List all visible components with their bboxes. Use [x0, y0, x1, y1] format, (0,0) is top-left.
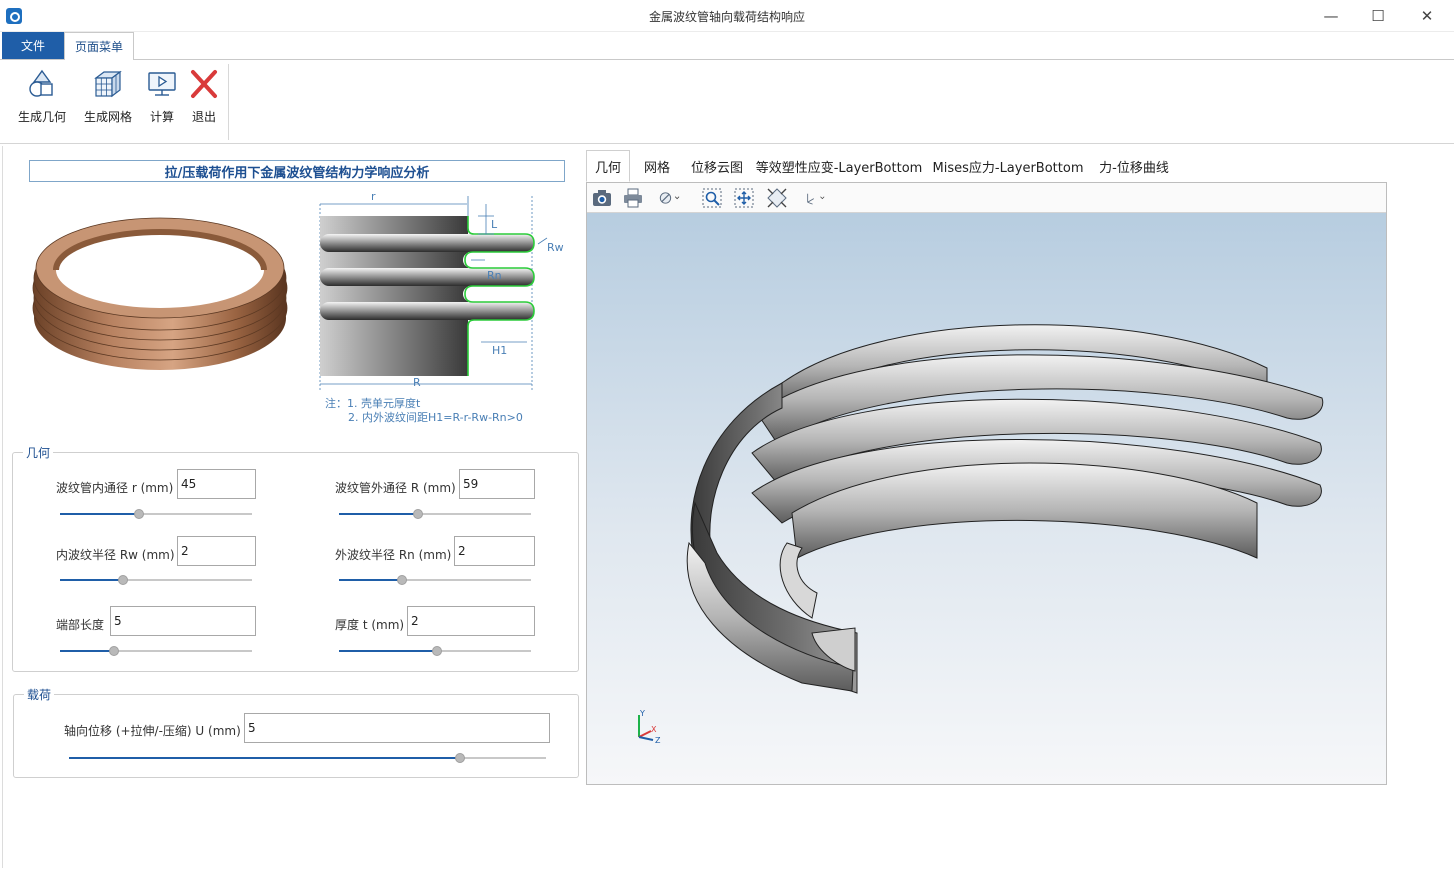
axial-displacement-slider[interactable]	[69, 752, 546, 764]
axis-z-label: Z	[655, 736, 661, 745]
result-tabs: 几何 网格 位移云图 等效塑性应变-LayerBottom Mises应力-La…	[586, 150, 1454, 182]
slider-thumb[interactable]	[108, 646, 119, 656]
axes-view-dropdown[interactable]	[797, 186, 833, 210]
label-r: r	[371, 190, 376, 203]
tab-mises-stress[interactable]: Mises应力-LayerBottom	[933, 150, 1084, 182]
tab-force-displacement[interactable]: 力-位移曲线	[1096, 150, 1172, 182]
exit-button[interactable]: 退出	[188, 68, 220, 132]
compute-icon	[148, 72, 176, 96]
slider-thumb[interactable]	[431, 646, 442, 656]
outer-diameter-label: 波纹管外通径 R (mm)	[335, 481, 456, 495]
geometry-group: 几何 波纹管内通径 r (mm) 波纹管外通径 R (mm) 内波纹半径 Rw …	[12, 444, 579, 672]
inner-diameter-slider[interactable]	[60, 508, 252, 520]
thickness-label: 厚度 t (mm)	[335, 618, 405, 632]
end-length-slider[interactable]	[60, 645, 252, 657]
compute-label: 计算	[149, 110, 174, 124]
label-H1: H1	[492, 344, 507, 357]
generate-mesh-button[interactable]: 生成网格	[82, 68, 134, 132]
window-title: 金属波纹管轴向载荷结构响应	[648, 10, 805, 24]
axes-icon	[807, 193, 825, 205]
slider-thumb[interactable]	[118, 575, 129, 585]
title-bar: 金属波纹管轴向载荷结构响应 — ☐ ✕	[0, 0, 1454, 32]
inner-wave-radius-slider[interactable]	[60, 574, 252, 586]
iso-view-icon	[767, 188, 787, 208]
end-length-input[interactable]	[110, 606, 256, 636]
generate-geometry-label: 生成几何	[17, 110, 66, 124]
tab-geometry[interactable]: 几何	[586, 150, 630, 182]
bellows-3d-model	[686, 324, 1324, 694]
ribbon-divider	[228, 64, 229, 140]
3d-viewer: Y X Z	[586, 182, 1387, 785]
minimize-button[interactable]: —	[1308, 0, 1354, 32]
ribbon: 生成几何 生成网格 计算 退出	[0, 60, 1454, 144]
inner-diameter-input[interactable]	[177, 469, 256, 499]
thickness-slider[interactable]	[339, 645, 531, 657]
fit-all-button[interactable]	[732, 186, 756, 210]
generate-mesh-label: 生成网格	[83, 110, 132, 124]
print-icon	[624, 188, 642, 208]
outer-wave-radius-input[interactable]	[454, 536, 535, 566]
inner-diameter-label: 波纹管内通径 r (mm)	[56, 481, 174, 495]
tab-displacement-contour[interactable]: 位移云图	[686, 150, 748, 182]
menu-bar: 文件 页面菜单	[0, 32, 1454, 60]
iso-view-button[interactable]	[765, 186, 789, 210]
maximize-button[interactable]: ☐	[1355, 0, 1401, 32]
label-Rw: Rw	[547, 241, 564, 254]
analysis-heading: 拉/压载荷作用下金属波纹管结构力学响应分析	[29, 160, 565, 182]
slider-thumb[interactable]	[397, 575, 408, 585]
3d-viewport[interactable]: Y X Z	[587, 213, 1386, 784]
diagram-note-line2: 2. 内外波纹间距H1=R-r-Rw-Rn>0	[348, 411, 523, 424]
tab-plastic-strain[interactable]: 等效塑性应变-LayerBottom	[756, 150, 923, 182]
visibility-dropdown[interactable]	[653, 186, 687, 210]
zoom-window-icon	[702, 188, 722, 208]
zoom-window-button[interactable]	[700, 186, 724, 210]
viewer-toolbar	[587, 183, 1386, 213]
parameter-panel: 拉/压载荷作用下金属波纹管结构力学响应分析 r L Rw Rn H1 R 注：1…	[2, 146, 582, 868]
outer-diameter-input[interactable]	[459, 469, 535, 499]
menu-page-menu[interactable]: 页面菜单	[64, 32, 134, 60]
close-button[interactable]: ✕	[1404, 0, 1450, 32]
hide-icon	[659, 192, 680, 204]
axial-displacement-input[interactable]	[244, 713, 550, 743]
tab-mesh[interactable]: 网格	[636, 150, 678, 182]
inner-wave-radius-label: 内波纹半径 Rw (mm)	[56, 548, 175, 562]
inner-wave-radius-input[interactable]	[177, 536, 256, 566]
exit-icon	[191, 70, 217, 98]
geometry-icon	[29, 69, 53, 97]
load-group-title: 载荷	[24, 686, 55, 703]
label-L: L	[491, 218, 498, 231]
load-group: 载荷 轴向位移 (+拉伸/-压缩) U (mm)	[13, 686, 579, 778]
label-Rn: Rn	[487, 269, 502, 282]
cross-section-diagram: r L Rw Rn H1 R	[319, 190, 564, 392]
fit-all-icon	[734, 188, 754, 208]
exit-label: 退出	[191, 110, 216, 124]
compute-button[interactable]: 计算	[146, 68, 178, 132]
axis-x-label: X	[651, 725, 657, 734]
geometry-group-title: 几何	[23, 444, 54, 461]
axial-displacement-label: 轴向位移 (+拉伸/-压缩) U (mm)	[64, 724, 241, 738]
bellows-photo	[32, 217, 288, 370]
axis-y-label: Y	[639, 709, 645, 718]
thickness-input[interactable]	[407, 606, 535, 636]
screenshot-button[interactable]	[590, 186, 614, 210]
axis-triad: Y X Z	[638, 709, 661, 745]
slider-thumb[interactable]	[412, 509, 423, 519]
slider-thumb[interactable]	[455, 753, 466, 763]
end-length-label: 端部长度	[56, 618, 105, 632]
print-button[interactable]	[621, 186, 645, 210]
menu-file[interactable]: 文件	[2, 32, 64, 59]
mesh-icon	[94, 70, 122, 98]
camera-icon	[593, 190, 611, 206]
slider-thumb[interactable]	[133, 509, 144, 519]
outer-wave-radius-label: 外波纹半径 Rn (mm)	[335, 548, 452, 562]
outer-diameter-slider[interactable]	[339, 508, 531, 520]
label-R: R	[413, 376, 421, 389]
outer-wave-radius-slider[interactable]	[339, 574, 531, 586]
generate-geometry-button[interactable]: 生成几何	[16, 68, 68, 132]
